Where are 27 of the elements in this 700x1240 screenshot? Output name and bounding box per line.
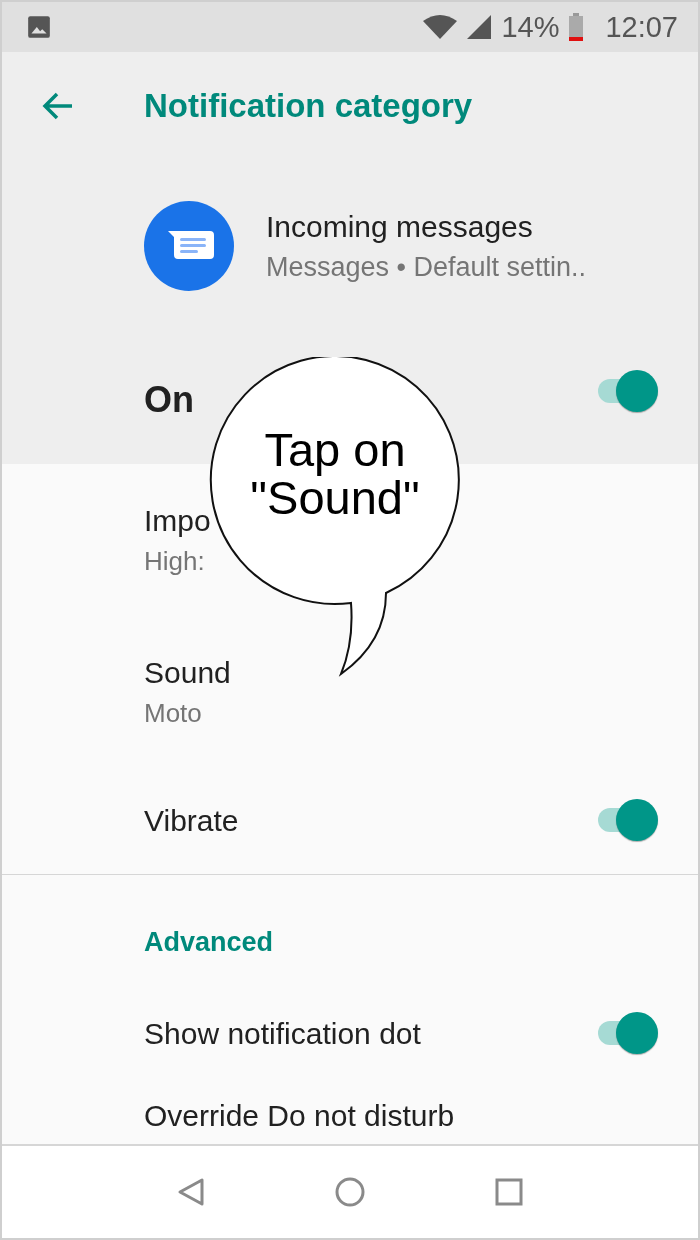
signal-icon <box>467 15 492 39</box>
channel-subtitle: Messages • Default settin.. <box>266 251 587 283</box>
setting-title[interactable]: Impo <box>144 503 211 538</box>
channel-name: Incoming messages <box>266 209 534 244</box>
home-icon[interactable] <box>334 1176 366 1208</box>
toggle-switch[interactable] <box>596 1012 658 1056</box>
setting-title[interactable]: Vibrate <box>144 804 239 838</box>
setting-summary: Moto <box>144 697 202 729</box>
setting-summary: High: <box>144 545 205 577</box>
battery-icon <box>569 13 584 41</box>
setting-title[interactable]: Override Do not disturb <box>144 1099 455 1132</box>
callout-text: Tap on "Sound" <box>249 426 421 522</box>
toggle-switch[interactable] <box>596 799 658 843</box>
image-icon <box>26 14 52 40</box>
page-title: Notification category <box>144 87 473 125</box>
clock: 12:07 <box>605 10 678 44</box>
master-switch-label: On <box>144 380 194 420</box>
battery-percentage: 14% <box>501 10 560 44</box>
back-icon[interactable] <box>176 1177 205 1207</box>
master-toggle[interactable] <box>596 370 658 414</box>
setting-title[interactable]: Sound <box>144 655 231 690</box>
recents-icon[interactable] <box>495 1178 524 1206</box>
wifi-icon <box>423 15 458 39</box>
back-arrow-icon[interactable] <box>42 92 74 120</box>
setting-title[interactable]: Show notification dot <box>144 1017 421 1051</box>
messages-app-icon <box>144 201 234 291</box>
section-header: Advanced <box>144 926 274 958</box>
